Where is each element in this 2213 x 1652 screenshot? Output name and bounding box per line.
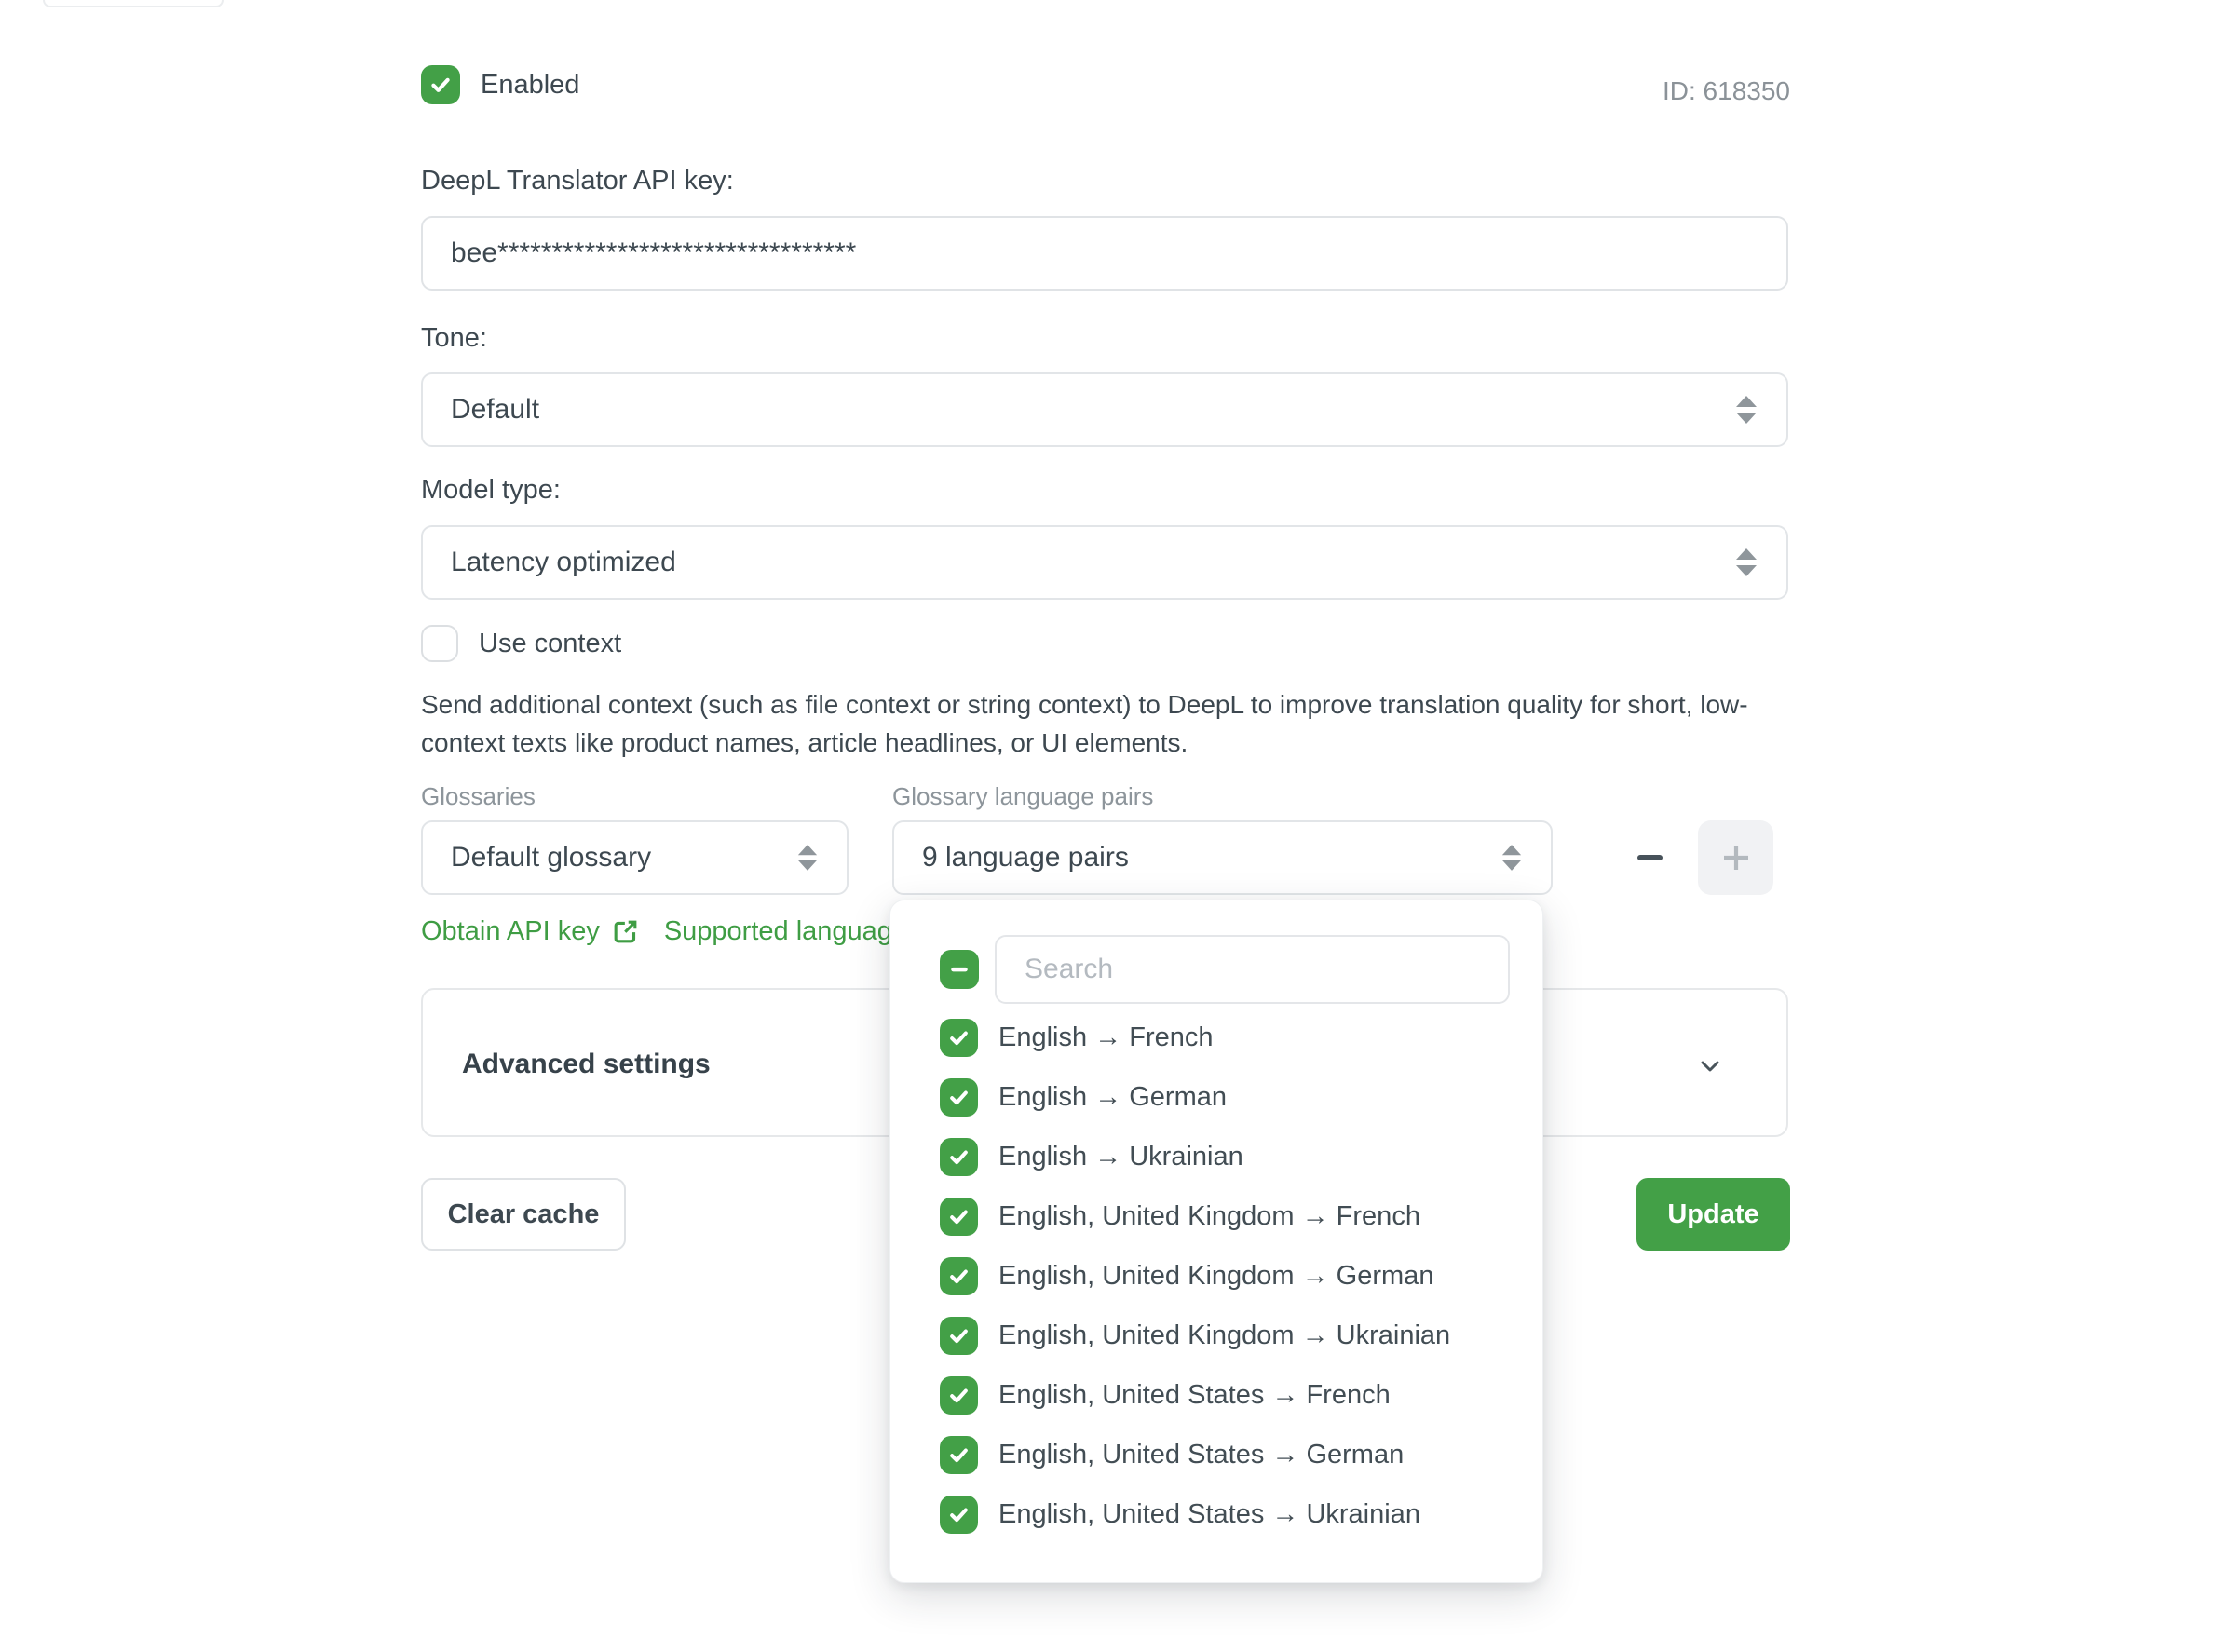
- checkmark-icon: [946, 1502, 971, 1527]
- indeterminate-dash-icon: [946, 956, 972, 982]
- advanced-settings-label: Advanced settings: [462, 1049, 711, 1080]
- update-button[interactable]: Update: [1636, 1178, 1790, 1251]
- description-line-1: Send additional context (such as file co…: [421, 685, 1748, 724]
- pair-checkbox[interactable]: [940, 1198, 978, 1236]
- language-pair-row[interactable]: English, United Kingdom → French: [940, 1198, 1514, 1236]
- pair-label: English, United Kingdom → French: [998, 1201, 1420, 1232]
- supported-languages-link[interactable]: Supported languages: [664, 916, 921, 947]
- search-input[interactable]: [995, 935, 1510, 1004]
- pair-checkbox[interactable]: [940, 1496, 978, 1534]
- language-pair-row[interactable]: English → German: [940, 1078, 1514, 1117]
- glossary-select[interactable]: Default glossary: [421, 820, 849, 895]
- checkmark-icon: [946, 1085, 971, 1110]
- model-type-select[interactable]: Latency optimized: [421, 525, 1788, 600]
- language-pair-row[interactable]: English, United Kingdom → German: [940, 1257, 1514, 1295]
- links-row: Obtain API key Supported languages: [421, 916, 921, 947]
- glossary-pairs-select-value: 9 language pairs: [922, 842, 1129, 873]
- enabled-label: Enabled: [481, 70, 579, 101]
- use-context-row: Use context: [421, 625, 621, 662]
- checkmark-icon: [946, 1264, 971, 1289]
- supported-languages-label: Supported languages: [664, 916, 921, 947]
- use-context-checkbox[interactable]: [421, 625, 458, 662]
- language-pair-row[interactable]: English → French: [940, 1019, 1514, 1057]
- use-context-label: Use context: [479, 629, 621, 659]
- pair-label: English, United States → Ukrainian: [998, 1499, 1420, 1530]
- language-pair-row[interactable]: English, United States → German: [940, 1436, 1514, 1474]
- checkmark-icon: [946, 1442, 971, 1468]
- pair-label: English, United Kingdom → German: [998, 1261, 1433, 1292]
- glossaries-label: Glossaries: [421, 782, 536, 811]
- pair-checkbox[interactable]: [940, 1138, 978, 1176]
- tone-label: Tone:: [421, 323, 487, 354]
- chevron-down-icon: [1695, 1051, 1725, 1081]
- pair-checkbox[interactable]: [940, 1257, 978, 1295]
- use-context-description: Send additional context (such as file co…: [421, 685, 1748, 762]
- pair-checkbox[interactable]: [940, 1376, 978, 1415]
- obtain-api-key-link[interactable]: Obtain API key: [421, 916, 640, 947]
- tone-select[interactable]: Default: [421, 372, 1788, 447]
- language-pair-row[interactable]: English, United Kingdom → Ukrainian: [940, 1317, 1514, 1355]
- clear-cache-label: Clear cache: [448, 1199, 600, 1230]
- external-link-icon: [611, 917, 640, 946]
- pair-checkbox[interactable]: [940, 1078, 978, 1117]
- select-stepper-icon: [1500, 843, 1523, 873]
- deepl-settings-page: Enabled ID: 618350 DeepL Translator API …: [0, 0, 2213, 1652]
- glossary-pairs-label: Glossary language pairs: [892, 782, 1153, 811]
- checkmark-icon: [946, 1204, 971, 1229]
- description-line-2: context texts like product names, articl…: [421, 724, 1748, 762]
- enabled-row: Enabled: [421, 65, 579, 104]
- pair-checkbox[interactable]: [940, 1317, 978, 1355]
- api-key-label: DeepL Translator API key:: [421, 166, 734, 196]
- pair-checkbox[interactable]: [940, 1019, 978, 1057]
- api-key-input[interactable]: [421, 216, 1788, 291]
- pair-label: English → German: [998, 1082, 1227, 1113]
- checkmark-icon: [946, 1323, 971, 1348]
- add-glossary-button[interactable]: [1698, 820, 1773, 895]
- pair-label: English, United Kingdom → Ukrainian: [998, 1320, 1450, 1351]
- glossary-select-value: Default glossary: [451, 842, 651, 873]
- clear-cache-button[interactable]: Clear cache: [421, 1178, 626, 1251]
- language-pair-list: English → French English → German Englis…: [940, 1019, 1514, 1534]
- checkmark-icon: [428, 72, 454, 98]
- dropdown-search-row: [940, 935, 1510, 1004]
- pair-label: English → French: [998, 1022, 1214, 1053]
- integration-id: ID: 618350: [1663, 76, 1790, 106]
- language-pair-row[interactable]: English → Ukrainian: [940, 1138, 1514, 1176]
- checkmark-icon: [946, 1383, 971, 1408]
- language-pairs-dropdown: English → French English → German Englis…: [889, 900, 1543, 1583]
- select-all-checkbox[interactable]: [940, 950, 979, 989]
- remove-glossary-button[interactable]: [1622, 830, 1677, 886]
- minus-icon: [1637, 855, 1663, 860]
- model-type-label: Model type:: [421, 475, 561, 506]
- cutoff-element-artifact: [43, 0, 224, 7]
- select-stepper-icon: [1734, 547, 1758, 578]
- plus-icon: [1720, 842, 1752, 873]
- enabled-checkbox[interactable]: [421, 65, 460, 104]
- glossary-pairs-select[interactable]: 9 language pairs: [892, 820, 1553, 895]
- pair-label: English, United States → German: [998, 1440, 1404, 1470]
- obtain-api-key-label: Obtain API key: [421, 916, 600, 947]
- language-pair-row[interactable]: English, United States → Ukrainian: [940, 1496, 1514, 1534]
- pair-label: English → Ukrainian: [998, 1142, 1243, 1172]
- select-stepper-icon: [1734, 394, 1758, 426]
- pair-checkbox[interactable]: [940, 1436, 978, 1474]
- select-stepper-icon: [796, 843, 819, 873]
- model-type-select-value: Latency optimized: [451, 547, 676, 578]
- language-pair-row[interactable]: English, United States → French: [940, 1376, 1514, 1415]
- checkmark-icon: [946, 1144, 971, 1170]
- pair-label: English, United States → French: [998, 1380, 1391, 1411]
- update-label: Update: [1667, 1199, 1758, 1230]
- checkmark-icon: [946, 1025, 971, 1050]
- tone-select-value: Default: [451, 394, 539, 426]
